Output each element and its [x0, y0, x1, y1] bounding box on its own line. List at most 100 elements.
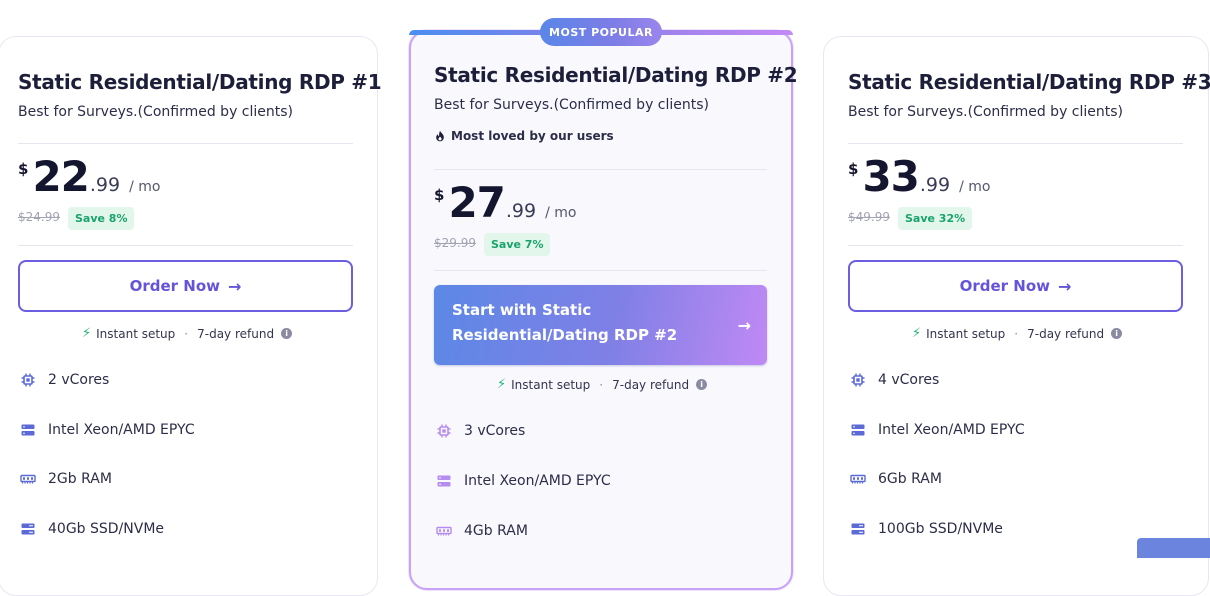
price-period: / mo	[545, 205, 577, 221]
save-badge: Save 32%	[898, 207, 973, 230]
disk-icon	[20, 521, 36, 537]
divider	[434, 169, 767, 170]
feature-label: 4 vCores	[878, 372, 940, 388]
separator: ·	[599, 377, 604, 392]
feature-label: Intel Xeon/AMD EPYC	[878, 422, 1025, 438]
separator: ·	[184, 326, 189, 341]
feature-label: 2 vCores	[48, 372, 110, 388]
feature-label: 100Gb SSD/NVMe	[878, 521, 1003, 537]
most-loved-text: Most loved by our users	[451, 129, 614, 143]
feature-label: 3 vCores	[464, 423, 526, 439]
ram-icon	[20, 471, 36, 487]
plan-subtitle: Best for Surveys.(Confirmed by clients)	[18, 104, 294, 120]
old-price: $29.99	[434, 236, 476, 250]
old-price: $49.99	[848, 210, 890, 224]
start-plan-label: Start with Static Residential/Dating RDP…	[452, 301, 678, 344]
feature-cpu: Intel Xeon/AMD EPYC	[850, 422, 1025, 438]
plan-subtitle: Best for Surveys.(Confirmed by clients)	[848, 104, 1124, 120]
flame-icon	[436, 130, 444, 142]
plan-price: $ 27 .99 / mo	[434, 182, 576, 224]
price-currency: $	[848, 160, 859, 178]
feature-storage: 100Gb SSD/NVMe	[850, 521, 1003, 537]
plan-title: Static Residential/Dating RDP #2	[434, 63, 798, 87]
order-now-label: Order Now	[959, 277, 1050, 295]
price-integer: 27	[448, 178, 505, 227]
divider	[18, 143, 353, 144]
cpu-icon	[436, 423, 452, 439]
arrow-right-icon: →	[1058, 276, 1072, 296]
refund-text: 7-day refund	[1027, 326, 1105, 341]
server-icon	[436, 473, 452, 489]
price-period: / mo	[959, 179, 991, 195]
price-integer: 22	[32, 152, 89, 201]
feature-label: 40Gb SSD/NVMe	[48, 521, 165, 537]
price-period: / mo	[129, 179, 161, 195]
plan-title: Static Residential/Dating RDP #3	[848, 70, 1210, 94]
info-icon[interactable]: i	[1111, 328, 1123, 339]
disk-icon	[850, 521, 866, 537]
feature-label: 6Gb RAM	[878, 471, 942, 487]
feature-label: 2Gb RAM	[48, 471, 112, 487]
save-badge: Save 7%	[484, 233, 551, 256]
price-decimal: .99	[505, 200, 537, 222]
instant-setup-text: Instant setup	[926, 326, 1006, 341]
chat-widget-button[interactable]	[1137, 538, 1210, 558]
feature-storage: 40Gb SSD/NVMe	[20, 521, 164, 537]
setup-refund-info: ⚡ Instant setup · 7-day refund i	[912, 326, 1123, 341]
ram-icon	[436, 523, 452, 539]
cpu-icon	[850, 372, 866, 388]
server-icon	[20, 422, 36, 438]
feature-cores: 4 vCores	[850, 372, 939, 388]
feature-ram: 4Gb RAM	[436, 523, 528, 539]
feature-label: 4Gb RAM	[464, 523, 528, 539]
price-decimal: .99	[89, 174, 121, 196]
plan-price: $ 33 .99 / mo	[848, 156, 990, 198]
feature-cores: 3 vCores	[436, 423, 525, 439]
order-now-label: Order Now	[129, 277, 220, 295]
plan-price: $ 22 .99 / mo	[18, 156, 160, 198]
start-plan-button[interactable]: Start with Static Residential/Dating RDP…	[434, 285, 767, 365]
divider	[848, 143, 1183, 144]
price-integer: 33	[862, 152, 919, 201]
instant-setup-text: Instant setup	[96, 326, 176, 341]
feature-cpu: Intel Xeon/AMD EPYC	[20, 422, 195, 438]
lightning-icon: ⚡	[912, 326, 922, 341]
plan-title: Static Residential/Dating RDP #1	[18, 70, 382, 94]
most-loved-note: Most loved by our users	[434, 129, 614, 143]
price-currency: $	[18, 160, 29, 178]
ram-icon	[850, 471, 866, 487]
instant-setup-text: Instant setup	[511, 377, 591, 392]
server-icon	[850, 422, 866, 438]
price-decimal: .99	[919, 174, 951, 196]
divider	[434, 270, 767, 271]
arrow-right-icon: →	[228, 276, 242, 296]
order-now-button[interactable]: Order Now →	[848, 260, 1183, 312]
plan-card-3	[823, 36, 1209, 596]
most-popular-badge: MOST POPULAR	[540, 18, 662, 46]
old-price: $24.99	[18, 210, 60, 224]
price-currency: $	[434, 186, 445, 204]
refund-text: 7-day refund	[612, 377, 690, 392]
feature-cpu: Intel Xeon/AMD EPYC	[436, 473, 611, 489]
arrow-right-icon: →	[737, 316, 751, 335]
refund-text: 7-day refund	[197, 326, 275, 341]
plan-subtitle: Best for Surveys.(Confirmed by clients)	[434, 97, 710, 113]
info-icon[interactable]: i	[696, 379, 708, 390]
order-now-button[interactable]: Order Now →	[18, 260, 353, 312]
lightning-icon: ⚡	[82, 326, 92, 341]
lightning-icon: ⚡	[497, 377, 507, 392]
cpu-icon	[20, 372, 36, 388]
save-badge: Save 8%	[68, 207, 135, 230]
plan-card-1	[0, 36, 378, 596]
separator: ·	[1014, 326, 1019, 341]
info-icon[interactable]: i	[281, 328, 293, 339]
feature-label: Intel Xeon/AMD EPYC	[464, 473, 611, 489]
setup-refund-info: ⚡ Instant setup · 7-day refund i	[497, 377, 708, 392]
feature-cores: 2 vCores	[20, 372, 109, 388]
feature-ram: 2Gb RAM	[20, 471, 112, 487]
feature-ram: 6Gb RAM	[850, 471, 942, 487]
divider	[18, 245, 353, 246]
feature-label: Intel Xeon/AMD EPYC	[48, 422, 195, 438]
divider	[848, 245, 1183, 246]
setup-refund-info: ⚡ Instant setup · 7-day refund i	[82, 326, 293, 341]
